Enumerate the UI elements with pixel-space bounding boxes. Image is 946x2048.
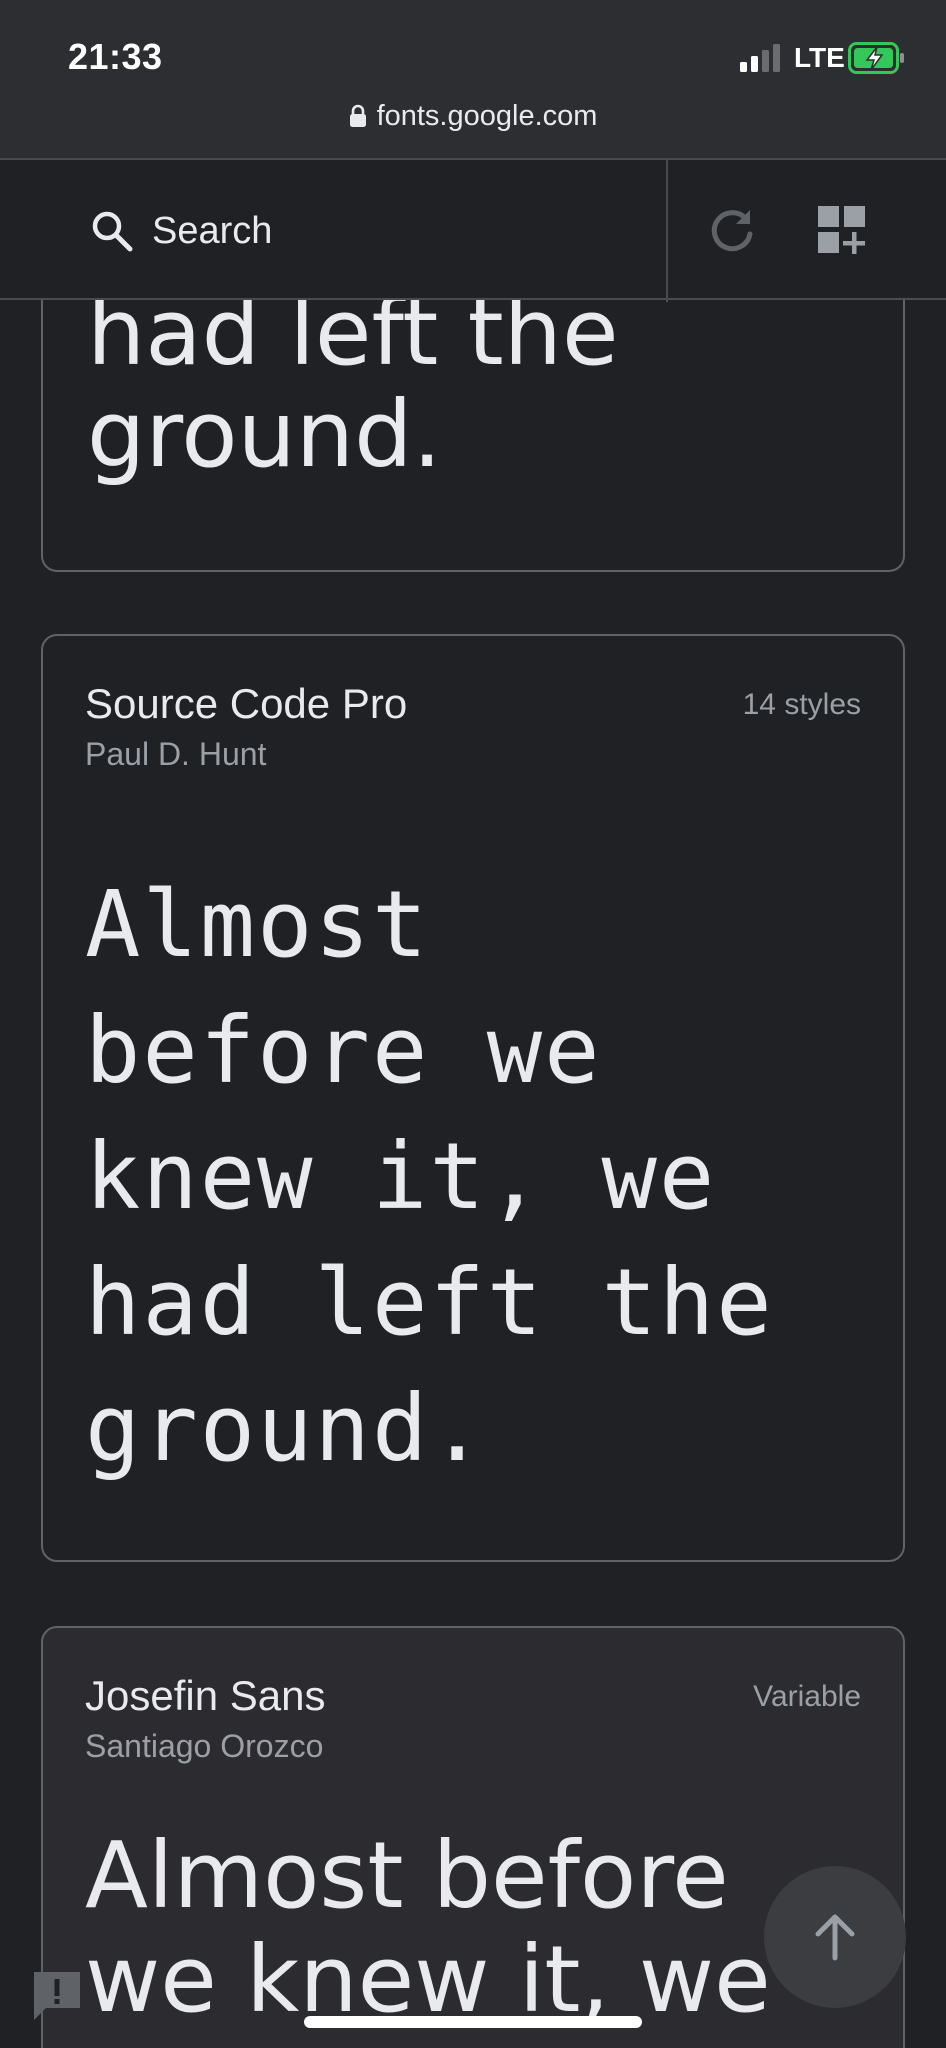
font-variable-badge: Variable (753, 1680, 861, 1713)
font-styles-count: 14 styles (742, 688, 861, 721)
font-name: Source Code Pro (85, 680, 408, 727)
url-text: fonts.google.com (376, 100, 598, 132)
status-bar: 21:33 LTE fonts.google.com (0, 0, 946, 160)
network-type: LTE (794, 42, 845, 73)
refresh-icon[interactable] (706, 204, 758, 256)
search-icon (92, 211, 133, 252)
search-button[interactable]: Search (88, 206, 272, 256)
font-sample: Almost before we knew it, we (85, 1822, 771, 2033)
battery-icon (848, 42, 904, 74)
font-sample: had left the ground. (87, 282, 619, 486)
grid-add-icon[interactable] (818, 206, 868, 256)
font-name: Josefin Sans (85, 1672, 326, 1719)
address-bar[interactable]: fonts.google.com (0, 100, 946, 133)
sample-line: ground. (87, 381, 442, 488)
font-author: Santiago Orozco (85, 1728, 324, 1764)
toolbar-divider (666, 160, 668, 302)
status-time: 21:33 (68, 36, 163, 77)
font-sample: Almost before we knew it, we had left th… (85, 871, 774, 1482)
font-card-josefin-sans[interactable]: Josefin Sans Santiago Orozco Variable Al… (41, 1626, 905, 2048)
search-label: Search (152, 209, 273, 252)
arrow-up-icon (815, 1914, 855, 1961)
top-app-bar: Search (0, 160, 946, 302)
lock-icon (349, 104, 366, 127)
feedback-icon[interactable] (30, 1968, 84, 2024)
signal-icon (740, 44, 780, 72)
home-indicator[interactable] (304, 2016, 642, 2028)
scroll-to-top-button[interactable] (764, 1866, 906, 2008)
font-card-source-code-pro[interactable]: Source Code Pro Paul D. Hunt 14 styles A… (41, 634, 905, 1562)
font-author: Paul D. Hunt (85, 736, 267, 772)
